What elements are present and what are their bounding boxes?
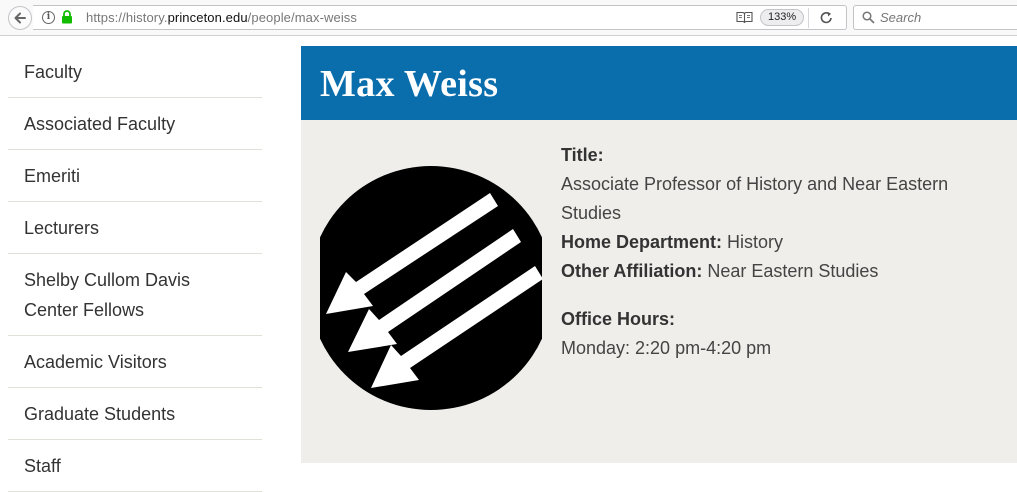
profile-avatar [320, 166, 542, 410]
title-value: Associate Professor of History and Near … [561, 174, 949, 223]
info-icon[interactable]: i [42, 11, 55, 24]
sidebar-item-emeriti[interactable]: Emeriti [8, 150, 262, 202]
department-value: History [727, 232, 784, 252]
affiliation-row: Other Affiliation: Near Eastern Studies [561, 257, 1001, 286]
sidebar-item-davis-center-fellows[interactable]: Shelby Cullom Davis Center Fellows [8, 254, 262, 336]
search-bar[interactable]: Search [853, 5, 1017, 30]
url-divider [808, 8, 809, 28]
back-button[interactable] [8, 6, 32, 30]
url-bar[interactable]: i https://history.princeton.edu/people/m… [33, 5, 847, 30]
sidebar-item-staff[interactable]: Staff [8, 440, 262, 492]
office-hours-label: Office Hours: [561, 309, 676, 329]
url-scheme: https://history. [86, 10, 168, 25]
reader-view-icon[interactable] [736, 11, 753, 24]
title-bar: Max Weiss [301, 46, 1017, 120]
profile-main: Max Weiss Title: Associate Professor of … [301, 46, 1017, 463]
people-sidebar-nav: Faculty Associated Faculty Emeriti Lectu… [8, 46, 262, 492]
arrow-left-icon [14, 12, 26, 24]
profile-info: Title: Associate Professor of History an… [561, 141, 1001, 363]
search-placeholder: Search [880, 10, 922, 25]
office-hours-value: Monday: 2:20 pm-4:20 pm [561, 338, 772, 358]
affiliation-label: Other Affiliation: [561, 261, 703, 281]
affiliation-value: Near Eastern Studies [707, 261, 879, 281]
reload-icon[interactable] [819, 10, 834, 25]
department-row: Home Department: History [561, 228, 1001, 257]
browser-toolbar: i https://history.princeton.edu/people/m… [0, 0, 1017, 36]
sidebar-item-faculty[interactable]: Faculty [8, 46, 262, 98]
url-path: /people/max-weiss [247, 10, 358, 25]
lock-icon[interactable] [61, 10, 73, 24]
zoom-level-badge[interactable]: 133% [760, 9, 805, 26]
search-icon [862, 11, 875, 24]
sidebar-item-academic-visitors[interactable]: Academic Visitors [8, 336, 262, 388]
sidebar-item-graduate-students[interactable]: Graduate Students [8, 388, 262, 440]
url-host: princeton.edu [167, 10, 248, 25]
sidebar-item-associated-faculty[interactable]: Associated Faculty [8, 98, 262, 150]
title-label: Title: [561, 145, 604, 165]
sidebar-item-lecturers[interactable]: Lecturers [8, 202, 262, 254]
url-text[interactable]: https://history.princeton.edu/people/max… [86, 10, 357, 25]
page-title: Max Weiss [320, 63, 499, 105]
department-label: Home Department: [561, 232, 723, 252]
